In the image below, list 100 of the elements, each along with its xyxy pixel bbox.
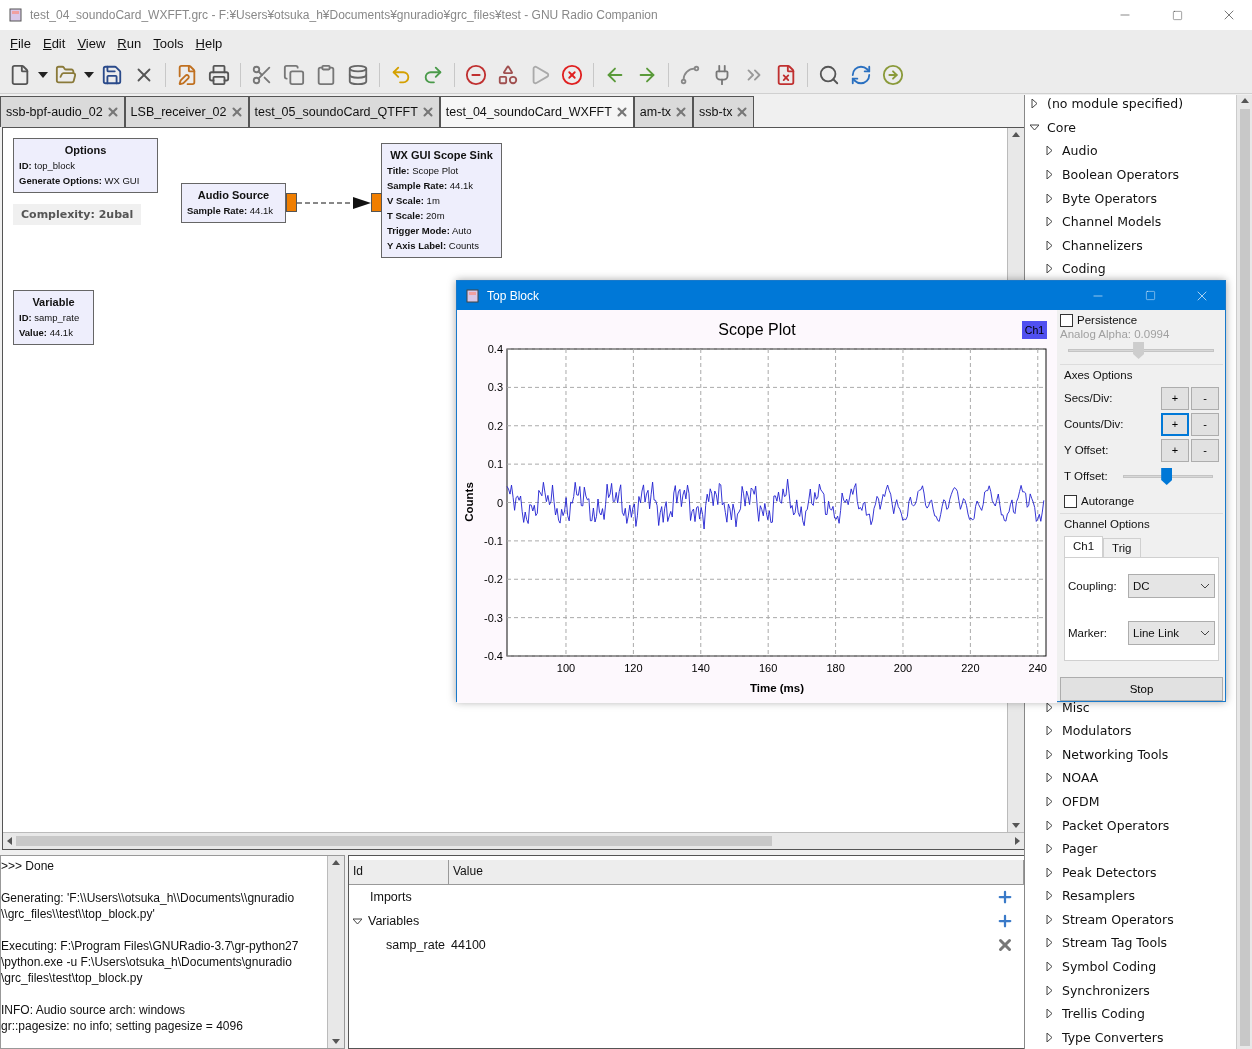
library-category[interactable]: Stream Tag Tools [1045,935,1168,951]
library-category[interactable]: Byte Operators [1045,190,1157,206]
scroll-right-arrow-icon[interactable] [1015,837,1020,845]
vertical-scrollbar[interactable] [327,856,344,1048]
alpha-slider[interactable] [1068,340,1214,360]
increase-button[interactable]: + [1161,412,1189,436]
library-category[interactable]: (no module specified) [1030,96,1184,112]
input-port[interactable] [371,193,382,212]
file-tab[interactable]: am-tx [633,96,694,127]
console-message: >>> Done [1,858,56,874]
expanded-arrow-icon [1030,122,1039,132]
scroll-up-arrow-icon[interactable] [1012,132,1020,137]
collapsed-arrow-icon [1045,985,1054,995]
collapsed-arrow-icon [1045,797,1054,807]
caret-icon[interactable] [38,71,48,78]
library-category[interactable]: Modulators [1045,723,1132,739]
persistence-checkbox[interactable] [1060,313,1073,327]
decrease-button[interactable]: - [1191,386,1219,410]
chevron-down-icon [1200,629,1210,636]
close-icon[interactable] [420,105,435,119]
menu-item[interactable]: Run [111,35,148,51]
collapsed-arrow-icon [1030,99,1039,109]
library-category[interactable]: Channel Models [1045,213,1162,230]
library-category[interactable]: Networking Tools [1045,746,1169,763]
library-category[interactable]: OFDM [1045,793,1100,810]
flowgraph-block[interactable]: Options ID: top_block Generate Options: WX GUI [13,138,158,193]
y-tick-label: 0.1 [487,458,503,471]
variable-group: Variables [368,914,420,928]
scroll-up-arrow-icon[interactable] [332,860,340,865]
decrease-button[interactable]: - [1191,412,1219,436]
add-icon[interactable] [996,912,1014,930]
expanded-arrow-icon[interactable] [353,916,362,926]
vertical-scrollbar[interactable] [1236,95,1252,1049]
library-category[interactable]: Stream Operators [1045,911,1174,928]
collapsed-arrow-icon [1045,726,1054,736]
scroll-up-arrow-icon[interactable] [1240,98,1249,103]
app-icon [8,7,24,23]
scroll-down-arrow-icon[interactable] [332,1039,340,1044]
dropdown[interactable]: Line Link [1128,620,1215,645]
library-category[interactable]: Audio [1045,143,1098,159]
library-category[interactable]: NOAA [1045,770,1099,786]
flowgraph-block[interactable]: Variable ID: samp_rate Value: 44.1k [13,290,94,345]
axis-option-label: T Offset: [1064,470,1109,482]
library-category[interactable]: Core [1030,119,1076,136]
x-tick-label: 200 [893,662,913,674]
library-category[interactable]: Channelizers [1045,237,1143,253]
close-icon[interactable] [229,105,244,119]
horizontal-scrollbar[interactable] [3,832,1024,849]
file-tab[interactable]: ssb-bpf-audio_02 [0,96,125,127]
block-param: ID: top_block [19,159,76,173]
output-port[interactable] [286,193,297,212]
menu-item[interactable]: View [71,35,112,51]
library-category[interactable]: Type Converters [1045,1029,1164,1045]
column-header[interactable]: Id [349,860,449,884]
collapsed-arrow-icon [1045,749,1054,759]
close-icon[interactable] [105,105,120,119]
remove-icon[interactable] [996,936,1014,954]
library-category[interactable]: Boolean Operators [1045,166,1180,183]
decrease-button[interactable]: - [1191,438,1219,462]
menu-item[interactable]: Edit [36,35,72,51]
scroll-left-arrow-icon[interactable] [7,837,12,845]
close-icon[interactable] [674,105,689,119]
channel-tab[interactable]: Trig [1103,538,1141,557]
maximize-icon[interactable] [1171,9,1183,21]
autorange-checkbox[interactable] [1064,494,1077,508]
close-icon[interactable] [735,105,750,119]
x-axis-label: Time (ms) [749,682,805,694]
collapsed-arrow-icon [1045,844,1054,854]
scroll-down-arrow-icon[interactable] [1012,823,1020,828]
library-category[interactable]: Misc [1045,699,1090,716]
file-tab[interactable]: LSB_receiver_02 [124,96,249,127]
t-offset-slider[interactable] [1123,466,1213,486]
channel-tab[interactable]: Ch1 [1064,536,1104,557]
flowgraph-block[interactable]: Audio Source Sample Rate: 44.1k [181,183,286,223]
library-category[interactable]: Coding [1045,260,1106,277]
library-category[interactable]: Peak Detectors [1045,864,1157,880]
increase-button[interactable]: + [1161,386,1189,410]
collapsed-arrow-icon [1045,193,1054,203]
menu-item[interactable]: Help [189,35,229,51]
add-icon[interactable] [996,888,1014,906]
close-icon[interactable] [614,105,629,119]
library-category[interactable]: Packet Operators [1045,817,1170,833]
menu-item[interactable]: Tools [147,35,190,51]
menu-item[interactable]: File [4,35,37,51]
library-category[interactable]: Symbol Coding [1045,958,1157,975]
dropdown[interactable]: DC [1128,573,1215,598]
library-category[interactable]: Pager [1045,840,1098,857]
library-category[interactable]: Synchronizers [1045,982,1150,998]
caret-icon[interactable] [84,71,94,78]
x-tick-label: 160 [759,662,778,674]
file-tab[interactable]: test_05_soundoCard_QTFFT [248,96,440,127]
flowgraph-block[interactable]: WX GUI Scope Sink Title: Scope Plot Sample Rate: 44.1k V Scale: 1m T Scale: 20m Trigger Mode: Auto Y Axis Label: Counts [381,143,502,258]
file-tab[interactable]: ssb-tx [693,96,755,127]
library-category[interactable]: Resamplers [1045,888,1135,904]
collapsed-arrow-icon [1045,938,1054,948]
increase-button[interactable]: + [1161,438,1189,462]
library-category[interactable]: Trellis Coding [1045,1005,1145,1022]
x-tick-label: 240 [1028,662,1047,674]
stop-button[interactable]: Stop [1060,677,1223,701]
file-tab[interactable]: test_04_soundoCard_WXFFT [439,96,634,127]
